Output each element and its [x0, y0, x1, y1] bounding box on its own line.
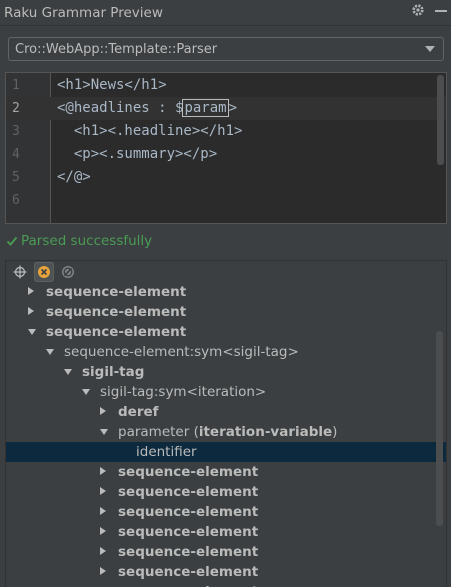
- tree-node-label: sequence-element: [118, 504, 259, 520]
- tree-node-label: deref: [118, 404, 159, 420]
- tree-node-label: identifier: [136, 444, 197, 460]
- minimize-icon[interactable]: [435, 9, 447, 12]
- parse-tree-panel: sequence-element sequence-element sequen…: [5, 260, 447, 587]
- tree-node-label: sequence-element: [118, 582, 258, 587]
- expand-arrow-icon[interactable]: [100, 487, 106, 495]
- tree-node-label: sequence-element: [118, 564, 259, 580]
- show-failed-icon[interactable]: [34, 262, 54, 282]
- tree-node[interactable]: sequence-element:sym<sigil-tag>: [6, 342, 446, 362]
- collapse-arrow-icon[interactable]: [28, 329, 36, 335]
- tree-node-paren-open: (: [189, 424, 199, 440]
- editor-line: 4 <p><.summary></p>: [6, 143, 446, 166]
- tree-node[interactable]: sequence-element: [6, 282, 446, 302]
- tree-node[interactable]: deref: [6, 402, 446, 422]
- line-number: 6: [12, 193, 20, 208]
- expand-arrow-icon[interactable]: [100, 527, 106, 535]
- gear-icon[interactable]: [411, 3, 425, 17]
- collapse-arrow-icon[interactable]: [64, 369, 72, 375]
- tree-node[interactable]: sequence-element: [6, 582, 446, 587]
- expand-arrow-icon[interactable]: [28, 287, 34, 295]
- check-icon: [6, 236, 18, 246]
- editor-line: 3 <h1><.headline></h1>: [6, 120, 446, 143]
- line-text: <h1><.headline></h1>: [57, 123, 243, 139]
- collapse-arrow-icon[interactable]: [46, 349, 54, 355]
- highlighted-token: param: [182, 99, 229, 117]
- header-tools: [411, 3, 447, 17]
- tree-node[interactable]: sequence-element: [6, 322, 446, 342]
- tree-node-label: sigil-tag: [82, 364, 145, 380]
- tree-node-paren-close: ): [332, 424, 338, 440]
- parse-tree[interactable]: sequence-element sequence-element sequen…: [6, 283, 446, 587]
- editor-line: 1 <h1>News</h1>: [6, 74, 446, 97]
- expand-arrow-icon[interactable]: [100, 507, 106, 515]
- tree-node-label: sequence-element: [118, 524, 259, 540]
- tree-node[interactable]: sigil-tag: [6, 362, 446, 382]
- locate-icon[interactable]: [10, 262, 30, 282]
- line-text: <h1>News</h1>: [57, 77, 167, 93]
- tree-toolbar: [6, 261, 446, 283]
- tree-node-label: sequence-element:sym<sigil-tag>: [64, 344, 299, 360]
- editor-line-current: 2 <@headlines : $param >: [6, 97, 446, 120]
- line-text: </@>: [57, 169, 91, 185]
- tree-node-selected[interactable]: identifier: [6, 442, 446, 462]
- line-text: <@headlines : $param >: [57, 97, 237, 120]
- line-number: 3: [12, 124, 20, 139]
- tree-node-alias: iteration-variable: [198, 424, 333, 440]
- tree-node[interactable]: sequence-element: [6, 542, 446, 562]
- parse-status: Parsed successfully: [6, 233, 152, 249]
- input-editor[interactable]: 1 <h1>News</h1> 2 <@headlines : $param > …: [5, 72, 447, 224]
- expand-arrow-icon[interactable]: [28, 307, 34, 315]
- tree-node-label: sigil-tag:sym<iteration>: [100, 384, 267, 400]
- hide-icon[interactable]: [58, 262, 78, 282]
- editor-line: 6: [6, 189, 446, 212]
- chevron-down-icon: [425, 46, 435, 52]
- tree-node-label: sequence-element: [118, 484, 259, 500]
- collapse-arrow-icon[interactable]: [100, 429, 108, 435]
- tree-node-label: sequence-element: [118, 464, 259, 480]
- editor-scrollbar[interactable]: [437, 75, 444, 165]
- tree-node-label: sequence-element: [118, 544, 259, 560]
- tree-node-label: sequence-element: [46, 284, 187, 300]
- grammar-select-value: Cro::WebApp::Template::Parser: [15, 41, 218, 57]
- collapse-arrow-icon[interactable]: [82, 389, 90, 395]
- tree-node-label: parameter (iteration-variable): [118, 422, 337, 442]
- parse-status-text: Parsed successfully: [21, 233, 153, 249]
- window-title: Raku Grammar Preview: [4, 4, 163, 21]
- tree-node-label: sequence-element: [46, 324, 187, 340]
- line-text-before: <@headlines : $: [57, 100, 184, 116]
- tree-node[interactable]: sequence-element: [6, 502, 446, 522]
- tree-node[interactable]: sequence-element: [6, 302, 446, 322]
- tree-scrollbar[interactable]: [436, 331, 443, 526]
- tree-node[interactable]: sequence-element: [6, 562, 446, 582]
- grammar-select[interactable]: Cro::WebApp::Template::Parser: [8, 37, 444, 61]
- expand-arrow-icon[interactable]: [100, 567, 106, 575]
- expand-arrow-icon[interactable]: [100, 467, 106, 475]
- line-text-after: >: [228, 100, 238, 116]
- tree-node-label: sequence-element: [46, 304, 187, 320]
- line-number: 4: [12, 147, 20, 162]
- expand-arrow-icon[interactable]: [100, 547, 106, 555]
- line-number: 5: [12, 170, 20, 185]
- tool-window-header: Raku Grammar Preview: [0, 0, 451, 26]
- line-number: 1: [12, 78, 20, 93]
- tree-node[interactable]: sequence-element: [6, 482, 446, 502]
- tree-node-name: parameter: [118, 424, 190, 440]
- expand-arrow-icon[interactable]: [100, 407, 106, 415]
- line-text: <p><.summary></p>: [57, 146, 218, 162]
- line-number: 2: [12, 101, 20, 116]
- tree-node[interactable]: sequence-element: [6, 462, 446, 482]
- tree-node[interactable]: sigil-tag:sym<iteration>: [6, 382, 446, 402]
- tree-node[interactable]: sequence-element: [6, 522, 446, 542]
- tree-node[interactable]: parameter (iteration-variable): [6, 422, 446, 442]
- editor-line: 5 </@>: [6, 166, 446, 189]
